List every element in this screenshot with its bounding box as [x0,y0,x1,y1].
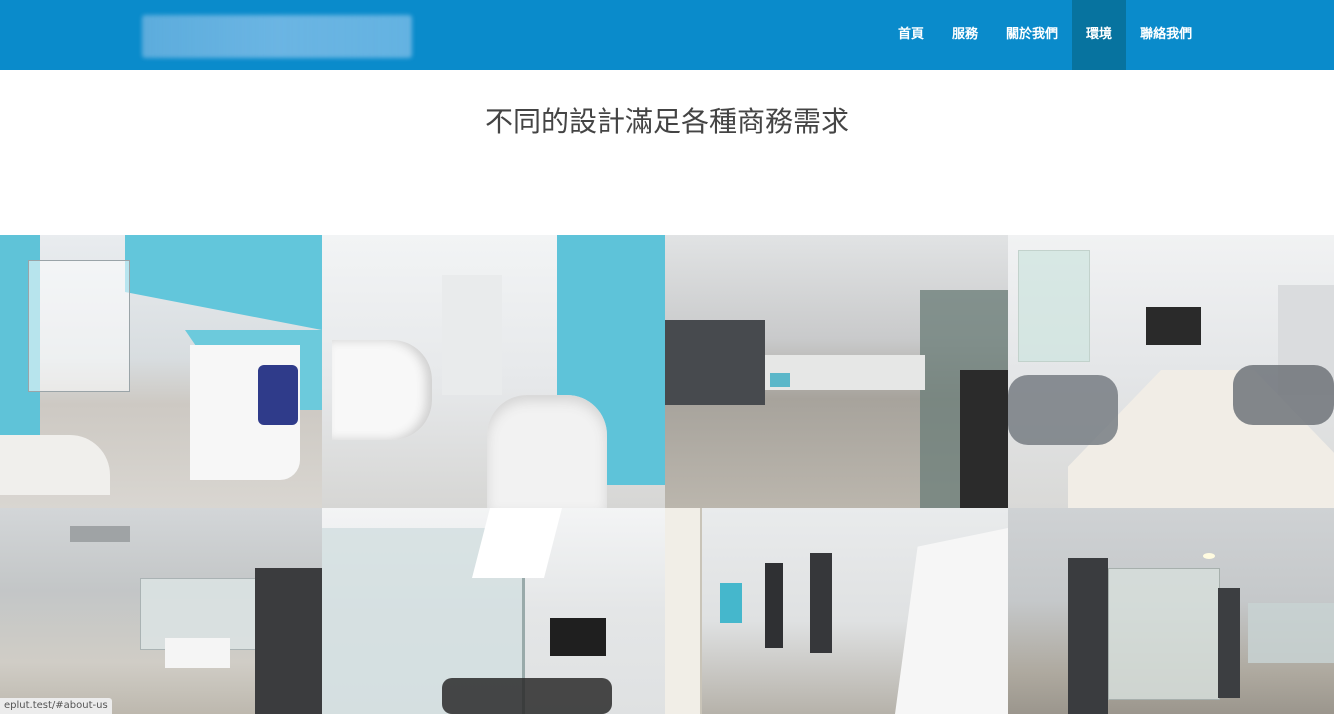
status-bar-url: eplut.test/#about-us [0,698,112,714]
main-nav: 首頁 服務 關於我們 環境 聯絡我們 [884,0,1206,70]
gallery-photo-office-glass[interactable] [1008,508,1334,714]
gallery-photo-meeting-room[interactable] [1008,235,1334,508]
gallery-photo-glass-room[interactable] [322,508,665,714]
nav-item-contact[interactable]: 聯絡我們 [1126,0,1206,70]
site-header: 首頁 服務 關於我們 環境 聯絡我們 [0,0,1334,70]
gallery-photo-corridor[interactable] [0,508,322,714]
photo-gallery [0,235,1334,714]
section-heading: 不同的設計滿足各種商務需求 [484,105,849,138]
nav-item-services[interactable]: 服務 [938,0,992,70]
gallery-photo-open-office[interactable] [665,235,1008,508]
site-logo[interactable] [142,15,412,58]
nav-item-about[interactable]: 關於我們 [992,0,1072,70]
gallery-photo-reception[interactable] [0,235,322,508]
nav-item-environment[interactable]: 環境 [1072,0,1127,70]
gallery-photo-hallway[interactable] [665,508,1008,714]
gallery-photo-lounge[interactable] [322,235,665,508]
nav-item-home[interactable]: 首頁 [884,0,938,70]
